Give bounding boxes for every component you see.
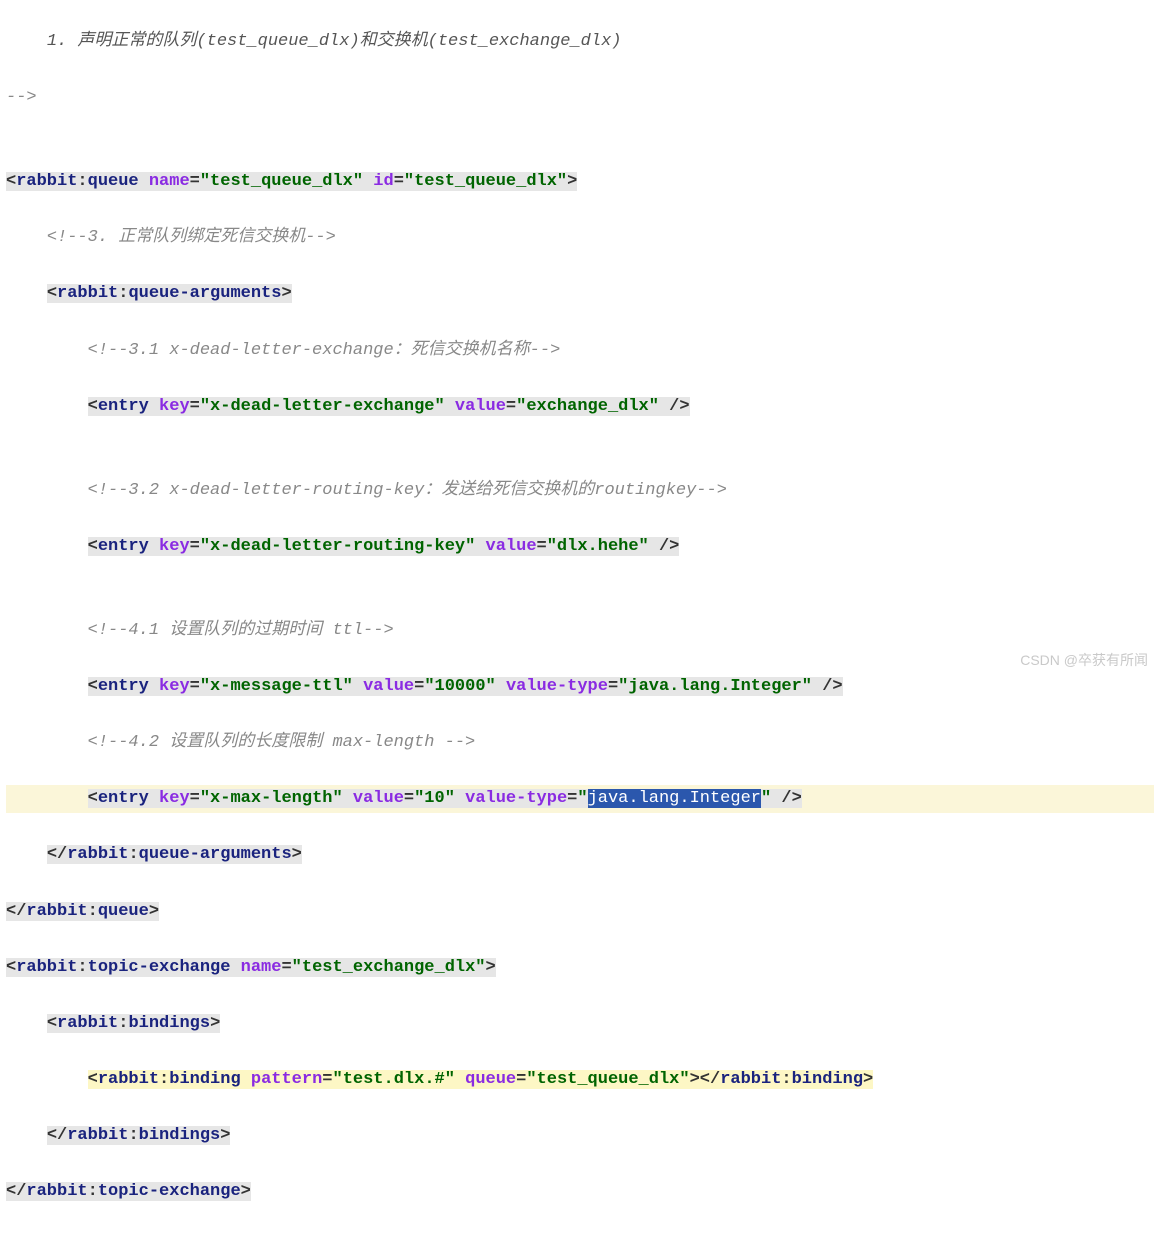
code-line: <rabbit:bindings> [6, 1010, 1154, 1038]
tag-open-queue-arguments: <rabbit:queue-arguments> [47, 284, 292, 303]
code-line: <entry key="x-dead-letter-routing-key" v… [6, 533, 1154, 561]
code-line: </rabbit:queue-arguments> [6, 841, 1154, 869]
tag-close-bindings: </rabbit:bindings> [47, 1126, 231, 1145]
tag-close-queue-arguments: </rabbit:queue-arguments> [47, 845, 302, 864]
code-line: <entry key="x-dead-letter-exchange" valu… [6, 393, 1154, 421]
code-line: <!--3.2 x-dead-letter-routing-key：发送给死信交… [6, 477, 1154, 505]
comment-text: <!--4.2 设置队列的长度限制 max-length --> [88, 733, 476, 752]
tag-entry: <entry key="x-message-ttl" value="10000"… [88, 677, 843, 696]
code-line: <rabbit:queue name="test_queue_dlx" id="… [6, 168, 1154, 196]
code-line: <entry key="x-message-ttl" value="10000"… [6, 673, 1154, 701]
code-block: 1. 声明正常的队列(test_queue_dlx)和交换机(test_exch… [0, 0, 1160, 1244]
tag-close-queue: </rabbit:queue> [6, 902, 159, 921]
code-line: 1. 声明正常的队列(test_queue_dlx)和交换机(test_exch… [6, 28, 1154, 56]
code-line: <!--4.1 设置队列的过期时间 ttl--> [6, 617, 1154, 645]
code-line: <!--3.1 x-dead-letter-exchange：死信交换机名称--… [6, 337, 1154, 365]
tag-close-topic-exchange: </rabbit:topic-exchange> [6, 1182, 251, 1201]
tag-entry: <entry key="x-dead-letter-routing-key" v… [88, 537, 680, 556]
code-line: --> [6, 84, 1154, 112]
code-line: </rabbit:bindings> [6, 1122, 1154, 1150]
code-line: <!--3. 正常队列绑定死信交换机--> [6, 224, 1154, 252]
selected-text[interactable]: java.lang.Integer [588, 789, 761, 808]
tag-entry: <entry key="x-dead-letter-exchange" valu… [88, 397, 690, 416]
comment-text: 1. 声明正常的队列(test_queue_dlx)和交换机(test_exch… [47, 32, 622, 51]
code-line: </rabbit:queue> [6, 898, 1154, 926]
code-line: <!--4.2 设置队列的长度限制 max-length --> [6, 729, 1154, 757]
tag-entry: <entry key="x-max-length" value="10" val… [88, 789, 802, 808]
comment-text: --> [6, 88, 37, 107]
code-line: <rabbit:topic-exchange name="test_exchan… [6, 954, 1154, 982]
code-line: <rabbit:binding pattern="test.dlx.#" que… [6, 1066, 1154, 1094]
code-line: <rabbit:queue-arguments> [6, 280, 1154, 308]
code-line-highlighted: <entry key="x-max-length" value="10" val… [6, 785, 1154, 813]
comment-text: <!--3.1 x-dead-letter-exchange：死信交换机名称--… [88, 341, 561, 360]
tag-open-bindings: <rabbit:bindings> [47, 1014, 220, 1033]
tag-open-queue: <rabbit:queue name="test_queue_dlx" id="… [6, 172, 577, 191]
comment-text: <!--3.2 x-dead-letter-routing-key：发送给死信交… [88, 481, 727, 500]
tag-open-topic-exchange: <rabbit:topic-exchange name="test_exchan… [6, 958, 496, 977]
comment-text: <!--3. 正常队列绑定死信交换机--> [47, 228, 336, 247]
code-line: </rabbit:topic-exchange> [6, 1178, 1154, 1206]
comment-text: <!--4.1 设置队列的过期时间 ttl--> [88, 621, 394, 640]
tag-binding: <rabbit:binding pattern="test.dlx.#" que… [88, 1070, 874, 1089]
watermark-text: CSDN @卒获有所闻 [1020, 649, 1148, 672]
